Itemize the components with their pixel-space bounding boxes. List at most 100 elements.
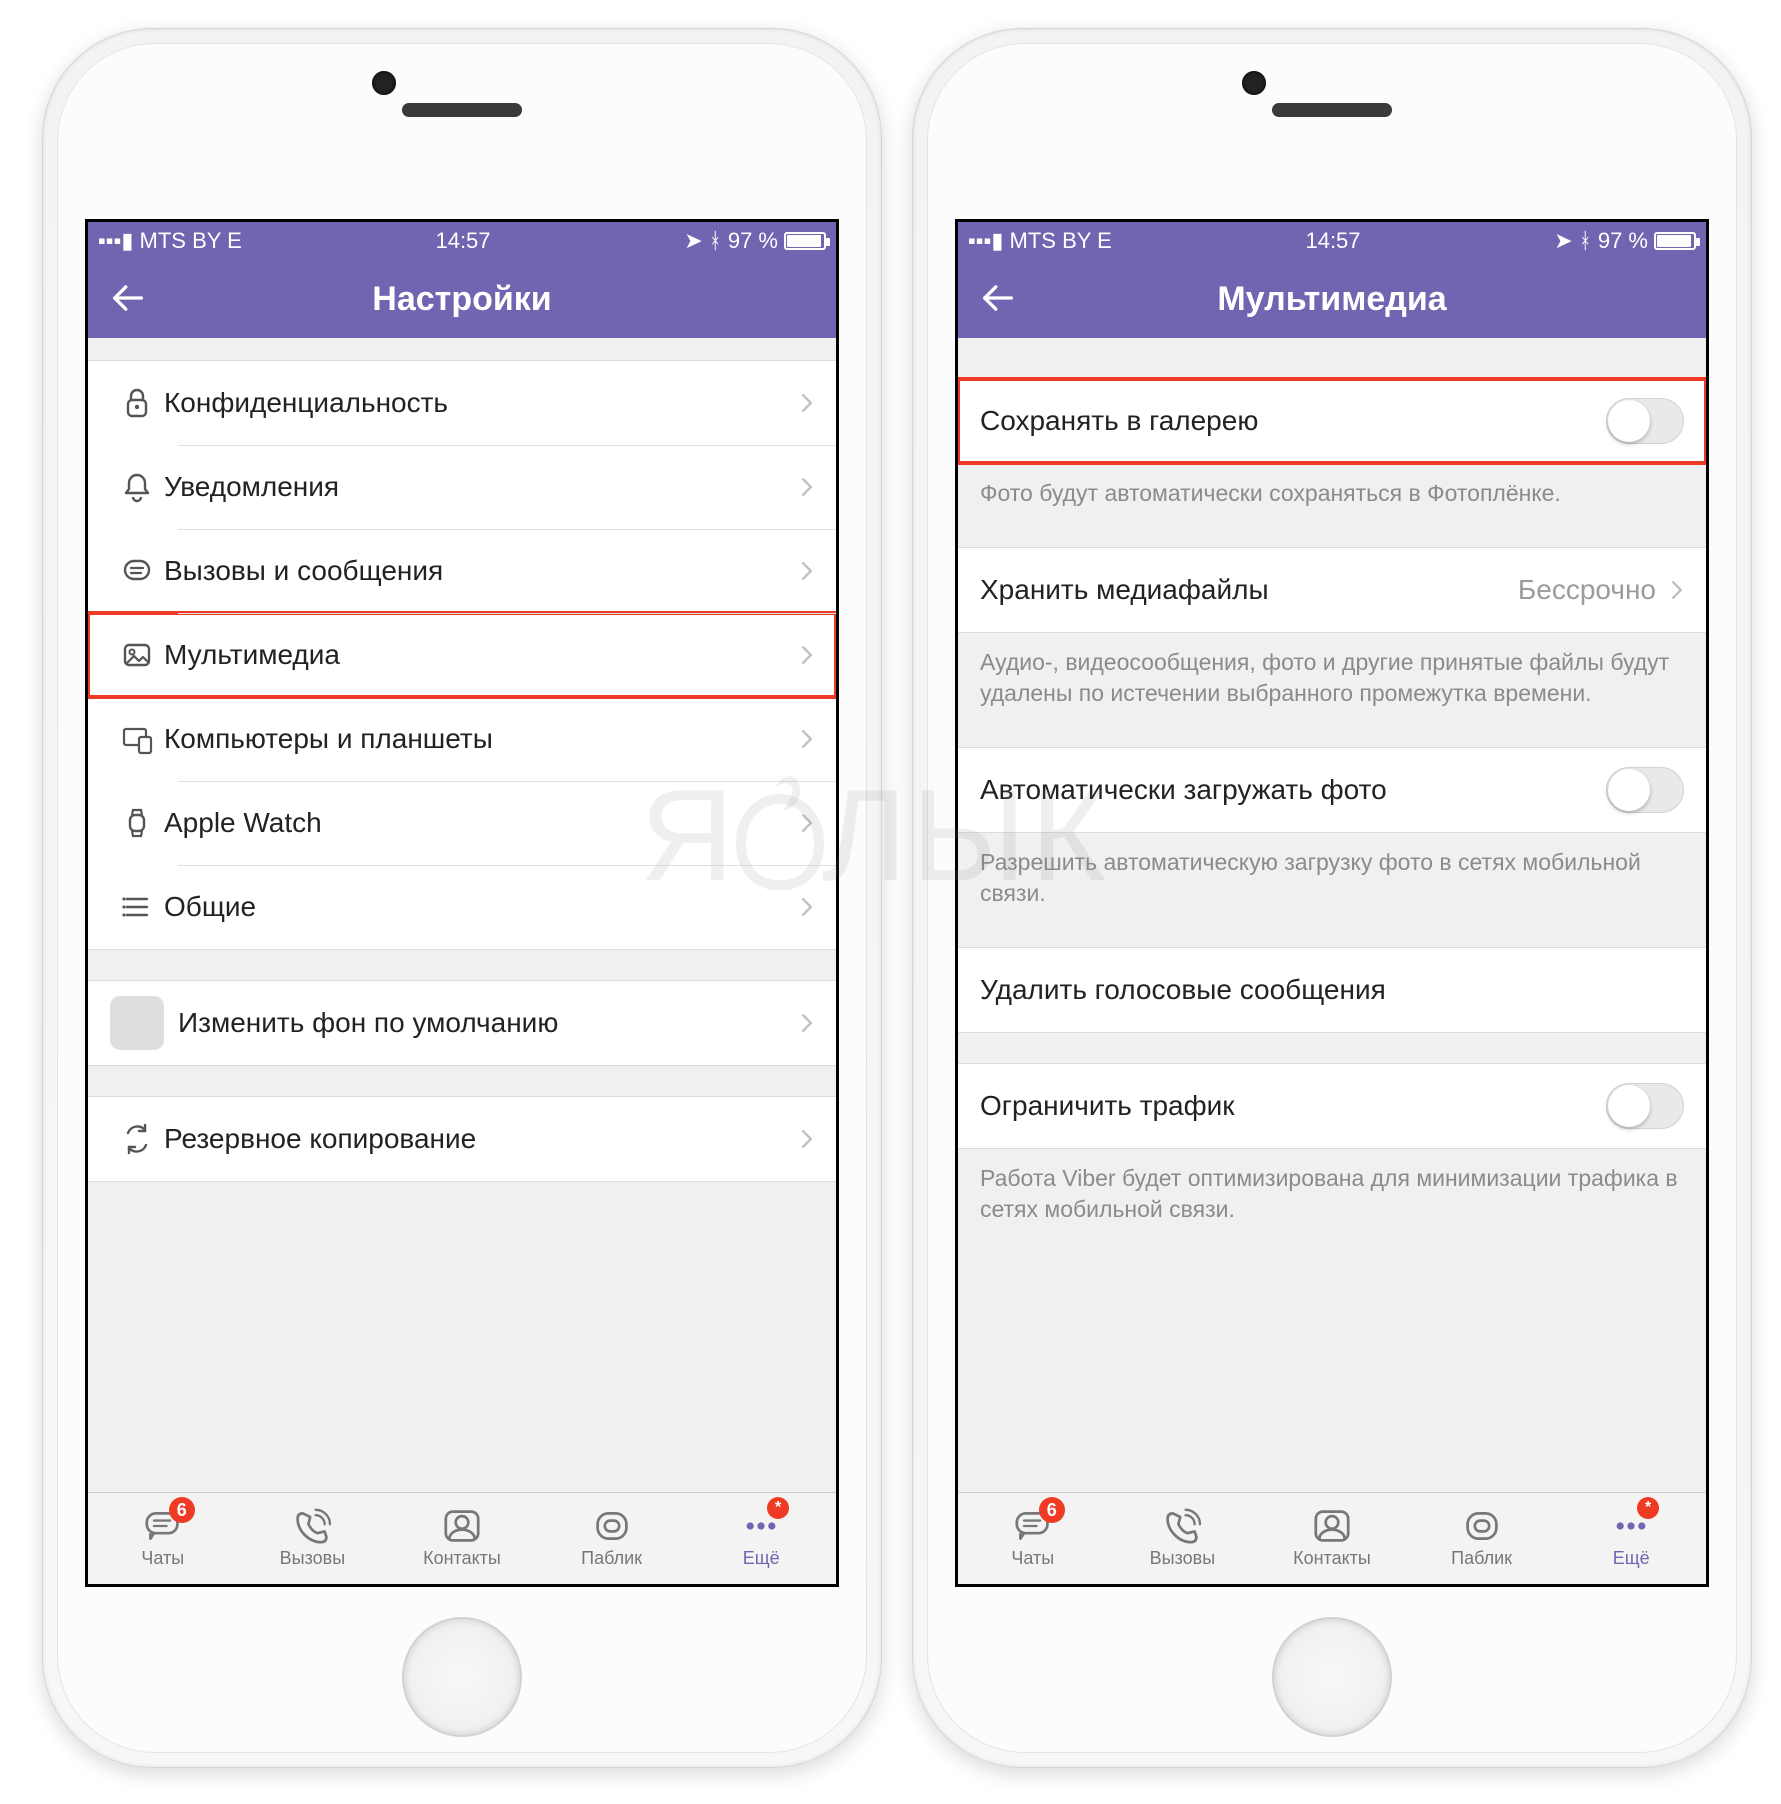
status-bar: ▪▪▪▮ MTS BY E 14:57 ➤ ᚼ 97 % xyxy=(958,222,1706,260)
row-label: Мультимедиа xyxy=(164,639,800,671)
screen-multimedia: ▪▪▪▮ MTS BY E 14:57 ➤ ᚼ 97 % Мультимедиа xyxy=(955,219,1709,1587)
tab-label: Вызовы xyxy=(1150,1548,1216,1569)
chevron-right-icon xyxy=(800,1128,814,1150)
tab-public[interactable]: Паблик xyxy=(1407,1493,1557,1584)
note-store-media: Аудио-, видеосообщения, фото и другие пр… xyxy=(958,633,1706,717)
contact-icon xyxy=(440,1508,484,1544)
row-apple-watch[interactable]: Apple Watch xyxy=(88,781,836,865)
row-label: Резервное копирование xyxy=(164,1123,800,1155)
row-label: Вызовы и сообщения xyxy=(164,555,800,587)
note-save-gallery: Фото будут автоматически сохраняться в Ф… xyxy=(958,464,1706,517)
row-notifications[interactable]: Уведомления xyxy=(88,445,836,529)
public-icon xyxy=(1460,1508,1504,1544)
row-limit-traffic[interactable]: Ограничить трафик xyxy=(958,1064,1706,1148)
page-title: Мультимедиа xyxy=(958,280,1706,319)
tab-more[interactable]: * Ещё xyxy=(1556,1493,1706,1584)
nav-header: Мультимедиа xyxy=(958,260,1706,338)
row-calls-messages[interactable]: Вызовы и сообщения xyxy=(88,529,836,613)
contact-icon xyxy=(1310,1508,1354,1544)
row-label: Общие xyxy=(164,891,800,923)
home-button[interactable] xyxy=(402,1617,522,1737)
battery-percent: 97 % xyxy=(1598,228,1648,254)
tab-label: Чаты xyxy=(141,1548,184,1569)
location-icon: ➤ xyxy=(1554,228,1572,254)
row-label: Ограничить трафик xyxy=(980,1090,1606,1122)
chevron-right-icon xyxy=(800,812,814,834)
clock: 14:57 xyxy=(1305,228,1360,254)
tab-label: Вызовы xyxy=(280,1548,346,1569)
sync-icon xyxy=(110,1121,164,1157)
battery-icon xyxy=(1654,232,1696,250)
back-button[interactable] xyxy=(108,278,148,318)
toggle-limit-traffic[interactable] xyxy=(1606,1083,1684,1129)
note-limit-traffic: Работа Viber будет оптимизирована для ми… xyxy=(958,1149,1706,1233)
row-label: Удалить голосовые сообщения xyxy=(980,974,1684,1006)
chevron-right-icon xyxy=(800,392,814,414)
tab-label: Контакты xyxy=(423,1548,501,1569)
row-store-media[interactable]: Хранить медиафайлы Бессрочно xyxy=(958,548,1706,632)
row-label: Хранить медиафайлы xyxy=(980,574,1518,606)
bell-icon xyxy=(110,469,164,505)
devices-icon xyxy=(110,721,164,757)
row-save-to-gallery[interactable]: Сохранять в галерею xyxy=(958,379,1706,463)
tab-label: Чаты xyxy=(1011,1548,1054,1569)
speaker-grille xyxy=(402,103,522,117)
note-auto-download: Разрешить автоматическую загрузку фото в… xyxy=(958,833,1706,917)
tab-calls[interactable]: Вызовы xyxy=(238,1493,388,1584)
badge-star: * xyxy=(767,1497,789,1519)
tab-contacts[interactable]: Контакты xyxy=(387,1493,537,1584)
row-multimedia[interactable]: Мультимедиа xyxy=(88,613,836,697)
front-camera xyxy=(372,71,396,95)
carrier-label: MTS BY E xyxy=(1010,228,1112,254)
row-delete-voice[interactable]: Удалить голосовые сообщения xyxy=(958,948,1706,1032)
nav-header: Настройки xyxy=(88,260,836,338)
signal-icon: ▪▪▪▮ xyxy=(98,228,134,254)
tab-bar: 6 Чаты Вызовы Контакты Паблик * xyxy=(958,1492,1706,1584)
carrier-label: MTS BY E xyxy=(140,228,242,254)
row-general[interactable]: Общие xyxy=(88,865,836,949)
tab-label: Паблик xyxy=(581,1548,642,1569)
list-icon xyxy=(110,889,164,925)
row-label: Автоматически загружать фото xyxy=(980,774,1606,806)
page-title: Настройки xyxy=(88,280,836,319)
clock: 14:57 xyxy=(435,228,490,254)
home-button[interactable] xyxy=(1272,1617,1392,1737)
row-auto-download[interactable]: Автоматически загружать фото xyxy=(958,748,1706,832)
row-privacy[interactable]: Конфиденциальность xyxy=(88,361,836,445)
back-button[interactable] xyxy=(978,278,1018,318)
badge-star: * xyxy=(1637,1497,1659,1519)
row-wallpaper[interactable]: Изменить фон по умолчанию xyxy=(88,981,836,1065)
chevron-right-icon xyxy=(800,476,814,498)
toggle-save-to-gallery[interactable] xyxy=(1606,398,1684,444)
badge-count: 6 xyxy=(169,1497,195,1523)
speaker-grille xyxy=(1272,103,1392,117)
tab-calls[interactable]: Вызовы xyxy=(1108,1493,1258,1584)
row-devices[interactable]: Компьютеры и планшеты xyxy=(88,697,836,781)
battery-percent: 97 % xyxy=(728,228,778,254)
chevron-right-icon xyxy=(800,1012,814,1034)
image-icon xyxy=(110,637,164,673)
tab-contacts[interactable]: Контакты xyxy=(1257,1493,1407,1584)
chevron-right-icon xyxy=(800,728,814,750)
screen-settings: ▪▪▪▮ MTS BY E 14:57 ➤ ᚼ 97 % Настройки xyxy=(85,219,839,1587)
row-label: Конфиденциальность xyxy=(164,387,800,419)
row-label: Apple Watch xyxy=(164,807,800,839)
tab-public[interactable]: Паблик xyxy=(537,1493,687,1584)
phone-icon xyxy=(1160,1508,1204,1544)
row-backup[interactable]: Резервное копирование xyxy=(88,1097,836,1181)
chevron-right-icon xyxy=(800,560,814,582)
tab-label: Контакты xyxy=(1293,1548,1371,1569)
chat-icon xyxy=(110,553,164,589)
toggle-auto-download[interactable] xyxy=(1606,767,1684,813)
lock-icon xyxy=(110,385,164,421)
row-label: Изменить фон по умолчанию xyxy=(178,1007,800,1039)
phone-mockup-left: ▪▪▪▮ MTS BY E 14:57 ➤ ᚼ 97 % Настройки xyxy=(42,28,882,1768)
tab-more[interactable]: * Ещё xyxy=(686,1493,836,1584)
chevron-right-icon xyxy=(800,896,814,918)
status-bar: ▪▪▪▮ MTS BY E 14:57 ➤ ᚼ 97 % xyxy=(88,222,836,260)
phone-icon xyxy=(290,1508,334,1544)
row-value: Бессрочно xyxy=(1518,574,1656,606)
tab-chats[interactable]: 6 Чаты xyxy=(958,1493,1108,1584)
signal-icon: ▪▪▪▮ xyxy=(968,228,1004,254)
tab-chats[interactable]: 6 Чаты xyxy=(88,1493,238,1584)
